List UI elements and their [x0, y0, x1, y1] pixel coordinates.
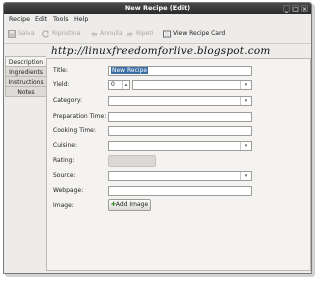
- undo-label: Annulla: [100, 30, 123, 37]
- view-recipe-card-label: View Recipe Card: [173, 30, 226, 37]
- menu-tools[interactable]: Tools: [53, 14, 69, 25]
- image-label: Image:: [53, 202, 74, 209]
- rating-label: Rating:: [53, 157, 75, 164]
- rating-widget[interactable]: [108, 155, 156, 167]
- tab-strip: Description Ingredients Instructions Not…: [5, 56, 46, 97]
- view-recipe-card-button[interactable]: View Recipe Card: [163, 29, 225, 39]
- menu-help[interactable]: Help: [74, 14, 88, 25]
- undo-button[interactable]: Annulla: [90, 29, 123, 39]
- source-label: Source:: [53, 172, 76, 179]
- category-label: Category:: [53, 97, 82, 104]
- save-icon: [8, 29, 16, 38]
- save-button[interactable]: Salva: [8, 29, 34, 39]
- revert-button[interactable]: Ripristina: [42, 29, 80, 39]
- tab-description[interactable]: Description: [5, 56, 46, 67]
- yield-value: 0: [111, 81, 115, 88]
- close-icon[interactable]: ×: [301, 5, 308, 13]
- title-field[interactable]: New Recipe: [108, 66, 252, 76]
- recipe-window: New Recipe (Edit) _ □ × Recipe Edit Tool…: [3, 2, 312, 274]
- category-combo[interactable]: ▾: [108, 96, 252, 106]
- toolbar: Salva Ripristina Annulla Ripeti View Rec…: [4, 25, 311, 44]
- webpage-field[interactable]: [108, 186, 252, 196]
- tab-instructions[interactable]: Instructions: [5, 76, 46, 87]
- title-value: New Recipe: [111, 67, 149, 74]
- cuisine-combo[interactable]: ▾: [108, 141, 252, 151]
- yield-amount-field[interactable]: 0 ▴: [108, 80, 130, 90]
- menu-recipe[interactable]: Recipe: [9, 14, 30, 25]
- tab-ingredients[interactable]: Ingredients: [5, 66, 46, 77]
- undo-icon: [90, 30, 98, 38]
- save-label: Salva: [18, 30, 35, 37]
- add-image-label: Add Image: [115, 201, 149, 208]
- title-label: Title:: [53, 67, 68, 74]
- chevron-down-icon[interactable]: ▾: [240, 97, 251, 105]
- prep-time-label: Preparation Time:: [53, 113, 107, 120]
- recipe-card-icon: [163, 30, 171, 38]
- menu-bar: Recipe Edit Tools Help: [4, 14, 311, 25]
- window-title: New Recipe (Edit): [124, 4, 191, 12]
- description-panel: Title: New Recipe Yield: 0 ▴ ▾ Category: …: [46, 58, 311, 271]
- cook-time-field[interactable]: [108, 126, 252, 136]
- minimize-icon[interactable]: _: [283, 5, 290, 13]
- revert-label: Ripristina: [52, 30, 81, 37]
- redo-label: Ripeti: [136, 30, 154, 37]
- cook-time-label: Cooking Time:: [53, 127, 96, 134]
- prep-time-field[interactable]: [108, 112, 252, 122]
- cuisine-label: Cuisine:: [53, 142, 77, 149]
- webpage-label: Webpage:: [53, 187, 84, 194]
- revert-icon: [42, 29, 50, 38]
- chevron-down-icon[interactable]: ▾: [240, 81, 251, 89]
- chevron-down-icon[interactable]: ▾: [240, 142, 251, 150]
- redo-button[interactable]: Ripeti: [126, 29, 153, 39]
- source-combo[interactable]: ▾: [108, 171, 252, 181]
- maximize-icon[interactable]: □: [292, 5, 299, 13]
- menu-edit[interactable]: Edit: [35, 14, 47, 25]
- blog-url-watermark: http://linuxfreedomforlive.blogspot.com: [51, 45, 271, 57]
- add-image-button[interactable]: ✚Add Image: [108, 199, 151, 211]
- title-bar[interactable]: New Recipe (Edit) _ □ ×: [4, 3, 311, 14]
- redo-icon: [126, 30, 134, 38]
- chevron-down-icon[interactable]: ▾: [240, 172, 251, 180]
- spin-icon[interactable]: ▴: [122, 81, 129, 89]
- yield-label: Yield:: [53, 81, 70, 88]
- yield-unit-combo[interactable]: ▾: [132, 80, 252, 90]
